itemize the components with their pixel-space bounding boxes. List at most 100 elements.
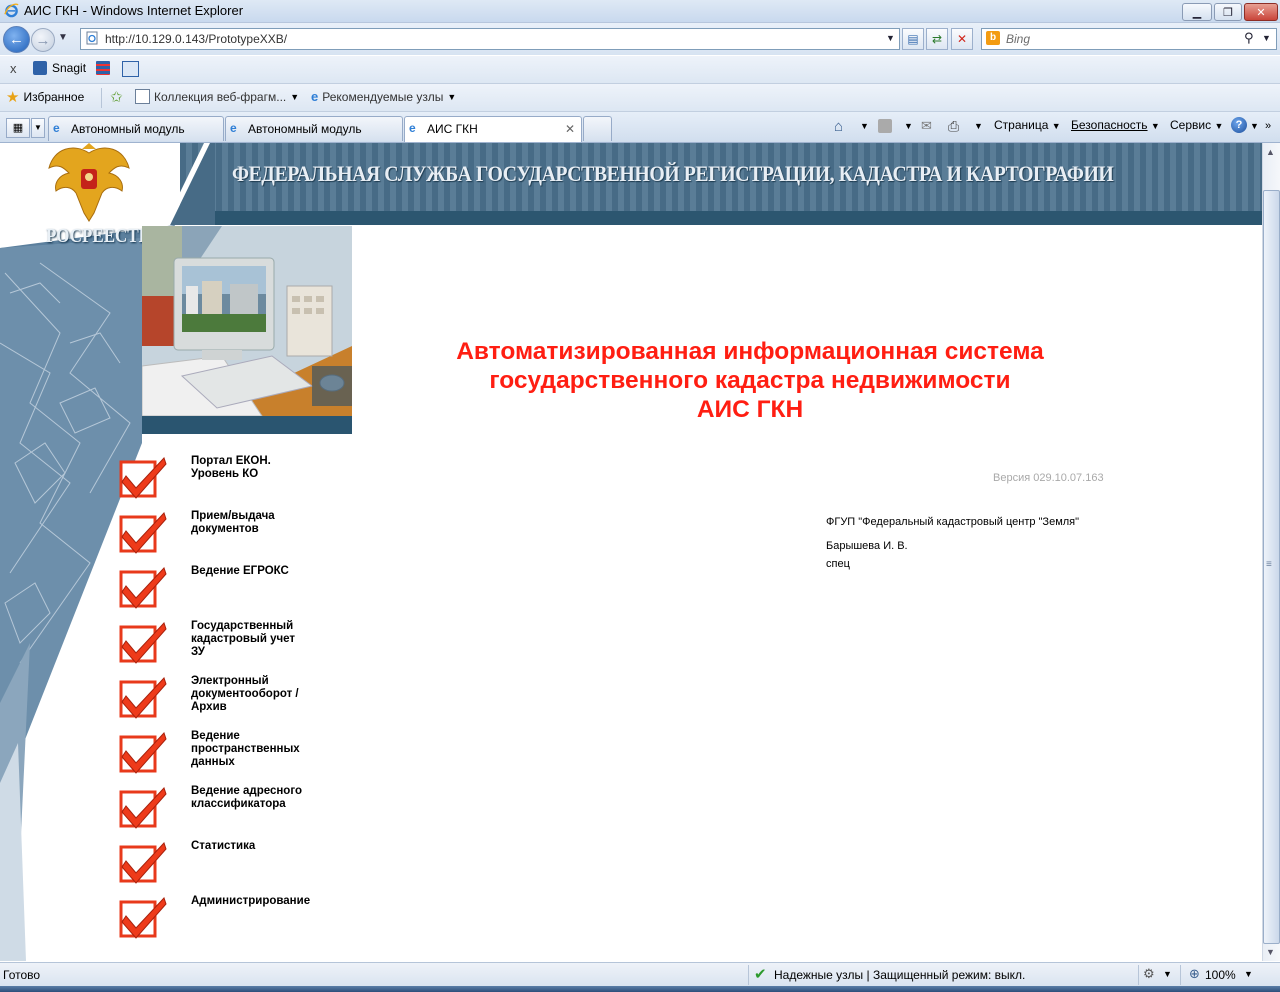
chevron-down-icon: ▼ — [34, 123, 42, 132]
menu-item-spatial-data[interactable]: Ведение пространственных данных — [118, 730, 341, 781]
tab-autonomous-module-2[interactable]: e Автономный модуль — [225, 116, 403, 141]
url-dropdown-icon[interactable]: ▼ — [886, 33, 895, 43]
chevron-down-icon: ▼ — [1051, 121, 1061, 131]
search-icon[interactable]: ⚲ — [1244, 30, 1254, 46]
main-title-line-3: АИС ГКН — [696, 396, 804, 423]
back-button[interactable]: ← — [3, 26, 30, 53]
chevron-more-icon[interactable]: » — [1265, 120, 1271, 132]
stop-button[interactable]: ✕ — [951, 28, 973, 50]
version-label: Версия 029.10.07.163 — [993, 472, 1104, 484]
checkbox-check-icon — [119, 787, 167, 829]
forward-button[interactable]: → — [31, 28, 55, 52]
zoom-dropdown-icon[interactable]: ▼ — [1244, 969, 1253, 979]
add-favorite-icon[interactable]: ✩ — [110, 88, 123, 106]
tab-list-button[interactable]: ▼ — [31, 118, 45, 138]
tab-close-button[interactable]: ✕ — [565, 122, 575, 136]
help-dropdown-icon[interactable]: ▼ — [1250, 121, 1259, 131]
snagit-capture-icon[interactable] — [96, 61, 110, 75]
page-menu[interactable]: Страница ▼ — [994, 118, 1061, 132]
address-input[interactable]: http://10.129.0.143/PrototypeXXB/ ▼ — [80, 28, 900, 50]
favorites-button[interactable]: ★ Избранное — [6, 88, 84, 106]
zoom-level[interactable]: 100% — [1205, 968, 1236, 982]
refresh-icon: ⇄ — [931, 32, 943, 46]
new-tab-button[interactable] — [583, 116, 612, 141]
snagit-toolbar: x Snagit — [0, 56, 1280, 84]
menu-item-administration[interactable]: Администрирование — [118, 895, 341, 946]
separator — [101, 88, 102, 108]
quick-tabs-button[interactable]: ▦ — [6, 118, 30, 138]
menu-item-label[interactable]: Государственный кадастровый учет ЗУ — [191, 620, 341, 659]
menu-item-label[interactable]: Ведение адресного классификатора — [191, 785, 341, 811]
menu-item-document-flow[interactable]: Электронный документооборот / Архив — [118, 675, 341, 726]
arrow-right-icon: → — [35, 31, 51, 49]
menu-item-egroks[interactable]: Ведение ЕГРОКС — [118, 565, 341, 616]
menu-item-label[interactable]: Статистика — [191, 840, 341, 853]
checkmark-icon: ✔ — [754, 966, 767, 983]
separator — [748, 965, 749, 985]
compatibility-button[interactable]: ▤ — [902, 28, 924, 50]
feed-dropdown-icon[interactable]: ▼ — [904, 121, 913, 131]
suggested-sites-button[interactable]: e Рекомендуемые узлы ▼ — [311, 89, 456, 104]
ie-page-icon: e — [311, 89, 319, 104]
menu-item-cadastral-registration[interactable]: Государственный кадастровый учет ЗУ — [118, 620, 341, 671]
minimize-button[interactable]: ▁ — [1182, 3, 1212, 21]
safety-menu-label: Безопасность — [1071, 118, 1148, 132]
settings-dropdown-icon[interactable]: ▼ — [1163, 969, 1172, 979]
menu-item-label[interactable]: Портал ЕКОН. Уровень КО — [191, 455, 341, 481]
coat-of-arms-icon — [48, 143, 130, 222]
chevron-down-icon: ▼ — [290, 91, 300, 102]
ie-page-icon: e — [53, 121, 60, 135]
search-placeholder: Bing — [1006, 32, 1031, 46]
print-dropdown-icon[interactable]: ▼ — [974, 121, 983, 131]
status-text: Готово — [3, 968, 41, 982]
menu-item-label[interactable]: Прием/выдача документов — [191, 510, 341, 536]
printer-icon[interactable]: ⎙ — [948, 118, 959, 135]
menu-item-label[interactable]: Ведение пространственных данных — [191, 730, 341, 769]
search-dropdown-icon[interactable]: ▼ — [1262, 33, 1271, 43]
checkbox-check-icon — [119, 842, 167, 884]
menu-item-address-classifier[interactable]: Ведение адресного классификатора — [118, 785, 341, 836]
menu-item-label[interactable]: Электронный документооборот / Архив — [191, 675, 341, 714]
close-window-button[interactable]: ✕ — [1244, 3, 1278, 21]
scroll-down-icon[interactable]: ▼ — [1266, 947, 1275, 957]
snagit-window-icon[interactable] — [122, 61, 139, 77]
address-toolbar: ← → ▼ http://10.129.0.143/PrototypeXXB/ … — [0, 23, 1280, 55]
scrollbar-thumb[interactable]: ≡ — [1263, 190, 1280, 944]
mail-icon[interactable]: ✉ — [921, 118, 932, 134]
menu-item-statistics[interactable]: Статистика — [118, 840, 341, 891]
tools-menu-label: Сервис — [1170, 118, 1212, 132]
tab-ais-gkn[interactable]: e АИС ГКН ✕ — [404, 116, 582, 142]
window-title: АИС ГКН - Windows Internet Explorer — [24, 3, 244, 18]
menu-item-portal-ekon[interactable]: Портал ЕКОН. Уровень КО — [118, 455, 341, 506]
safety-menu[interactable]: Безопасность ▼ — [1071, 118, 1160, 132]
page-content: РОСРЕЕСТР ФЕДЕРАЛЬНАЯ СЛУЖБА ГОСУДАРСТВЕ… — [0, 143, 1262, 961]
menu-item-label[interactable]: Ведение ЕГРОКС — [191, 565, 341, 578]
snagit-close-button[interactable]: x — [10, 61, 17, 76]
zoom-icon[interactable]: ⊕ — [1189, 966, 1200, 982]
help-icon[interactable]: ? — [1231, 117, 1247, 133]
web-slice-gallery-button[interactable]: Коллекция веб-фрагм... ▼ — [135, 89, 299, 104]
refresh-button[interactable]: ⇄ — [926, 28, 948, 50]
office-computer-image — [142, 226, 352, 416]
history-dropdown-icon[interactable]: ▼ — [58, 32, 68, 43]
home-icon[interactable]: ⌂ — [834, 118, 843, 135]
snagit-button[interactable]: Snagit — [52, 61, 86, 75]
rss-feed-icon[interactable] — [878, 119, 892, 133]
maximize-button[interactable]: ❐ — [1214, 3, 1242, 21]
url-text: http://10.129.0.143/PrototypeXXB/ — [105, 32, 288, 46]
tools-menu[interactable]: Сервис ▼ — [1170, 118, 1223, 132]
scroll-up-icon[interactable]: ▲ — [1266, 147, 1275, 157]
menu-item-document-intake[interactable]: Прием/выдача документов — [118, 510, 341, 561]
ie-page-icon: e — [230, 121, 237, 135]
search-input[interactable]: b Bing ⚲ ▼ — [981, 28, 1277, 50]
grip-icon: ≡ — [1266, 559, 1272, 570]
gear-icon[interactable]: ⚙ — [1143, 966, 1155, 982]
organization-label: ФГУП "Федеральный кадастровый центр "Зем… — [826, 516, 1080, 528]
tab-label: АИС ГКН — [427, 122, 478, 136]
snagit-icon — [33, 61, 47, 75]
menu-item-label[interactable]: Администрирование — [191, 895, 341, 908]
home-dropdown-icon[interactable]: ▼ — [860, 121, 869, 131]
tab-autonomous-module-1[interactable]: e Автономный модуль — [48, 116, 224, 141]
security-zone-text[interactable]: Надежные узлы | Защищенный режим: выкл. — [774, 968, 1025, 982]
favorites-toolbar: ★ Избранное ✩ Коллекция веб-фрагм... ▼ e… — [0, 84, 1280, 112]
